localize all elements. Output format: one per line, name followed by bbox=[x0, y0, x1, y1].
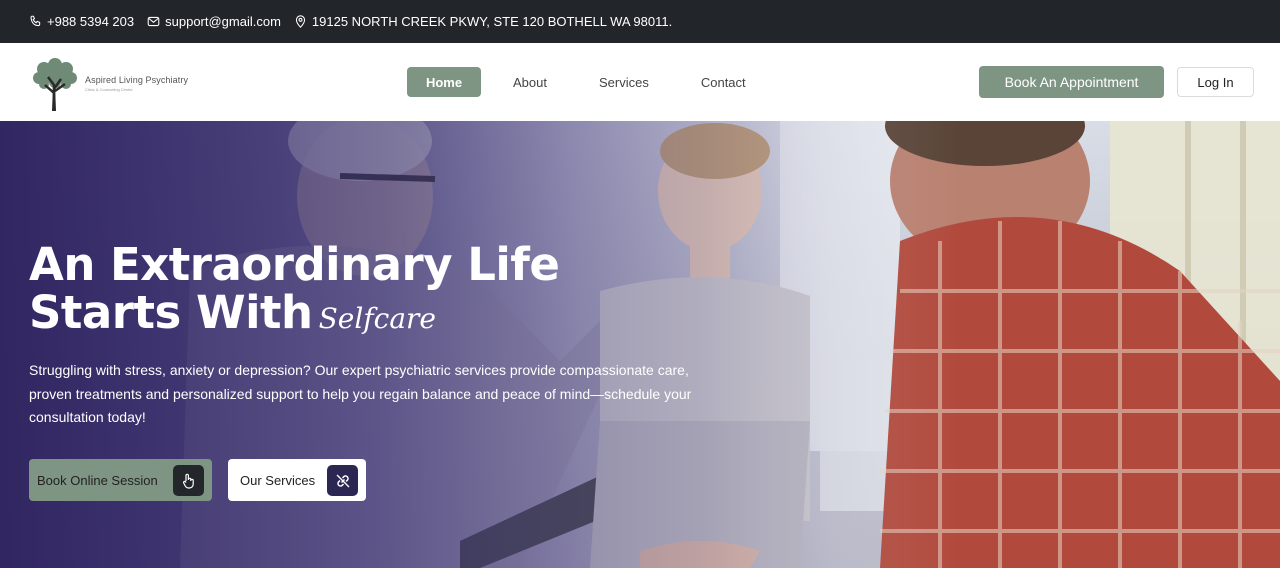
top-contact-bar: +988 5394 203 support@gmail.com 19125 NO… bbox=[0, 0, 1280, 43]
phone-icon bbox=[29, 15, 42, 28]
mail-icon bbox=[147, 15, 160, 28]
hero-description: Struggling with stress, anxiety or depre… bbox=[29, 362, 692, 425]
our-services-button[interactable]: Our Services bbox=[228, 459, 366, 501]
headline-line-2: Starts With bbox=[29, 286, 313, 339]
book-appointment-button[interactable]: Book An Appointment bbox=[979, 66, 1164, 98]
location-pin-icon bbox=[294, 15, 307, 28]
headline-accent: Selfcare bbox=[318, 302, 436, 335]
hero-section: An Extraordinary Life Starts With Selfcar… bbox=[0, 121, 1280, 568]
link-icon bbox=[327, 465, 358, 496]
hand-pointer-icon bbox=[173, 465, 204, 496]
main-nav: Home About Services Contact bbox=[407, 67, 746, 97]
tree-logo-icon bbox=[33, 58, 77, 111]
nav-services[interactable]: Services bbox=[599, 67, 649, 97]
address-contact: 19125 NORTH CREEK PKWY, STE 120 BOTHELL … bbox=[294, 14, 672, 29]
email-address: support@gmail.com bbox=[165, 14, 281, 29]
login-button[interactable]: Log In bbox=[1177, 67, 1254, 97]
street-address: 19125 NORTH CREEK PKWY, STE 120 BOTHELL … bbox=[311, 14, 673, 29]
phone-contact[interactable]: +988 5394 203 bbox=[29, 14, 134, 29]
email-contact[interactable]: support@gmail.com bbox=[147, 14, 281, 29]
site-logo[interactable]: Aspired Living Psychiatry Clinic & Couns… bbox=[30, 55, 188, 111]
nav-home[interactable]: Home bbox=[407, 67, 481, 97]
logo-title: Aspired Living Psychiatry bbox=[85, 74, 189, 85]
nav-about[interactable]: About bbox=[513, 67, 547, 97]
nav-contact[interactable]: Contact bbox=[701, 67, 746, 97]
phone-number: +988 5394 203 bbox=[47, 14, 135, 29]
book-online-session-button[interactable]: Book Online Session bbox=[29, 459, 212, 501]
our-services-label: Our Services bbox=[240, 472, 316, 488]
headline-line-1: An Extraordinary Life bbox=[29, 238, 560, 291]
hero-headline: An Extraordinary Life Starts With Selfcar… bbox=[29, 241, 669, 343]
site-header: Aspired Living Psychiatry Clinic & Couns… bbox=[0, 43, 1280, 121]
logo-subtitle: Clinic & Counseling Center bbox=[85, 86, 133, 92]
book-online-session-label: Book Online Session bbox=[37, 472, 158, 488]
